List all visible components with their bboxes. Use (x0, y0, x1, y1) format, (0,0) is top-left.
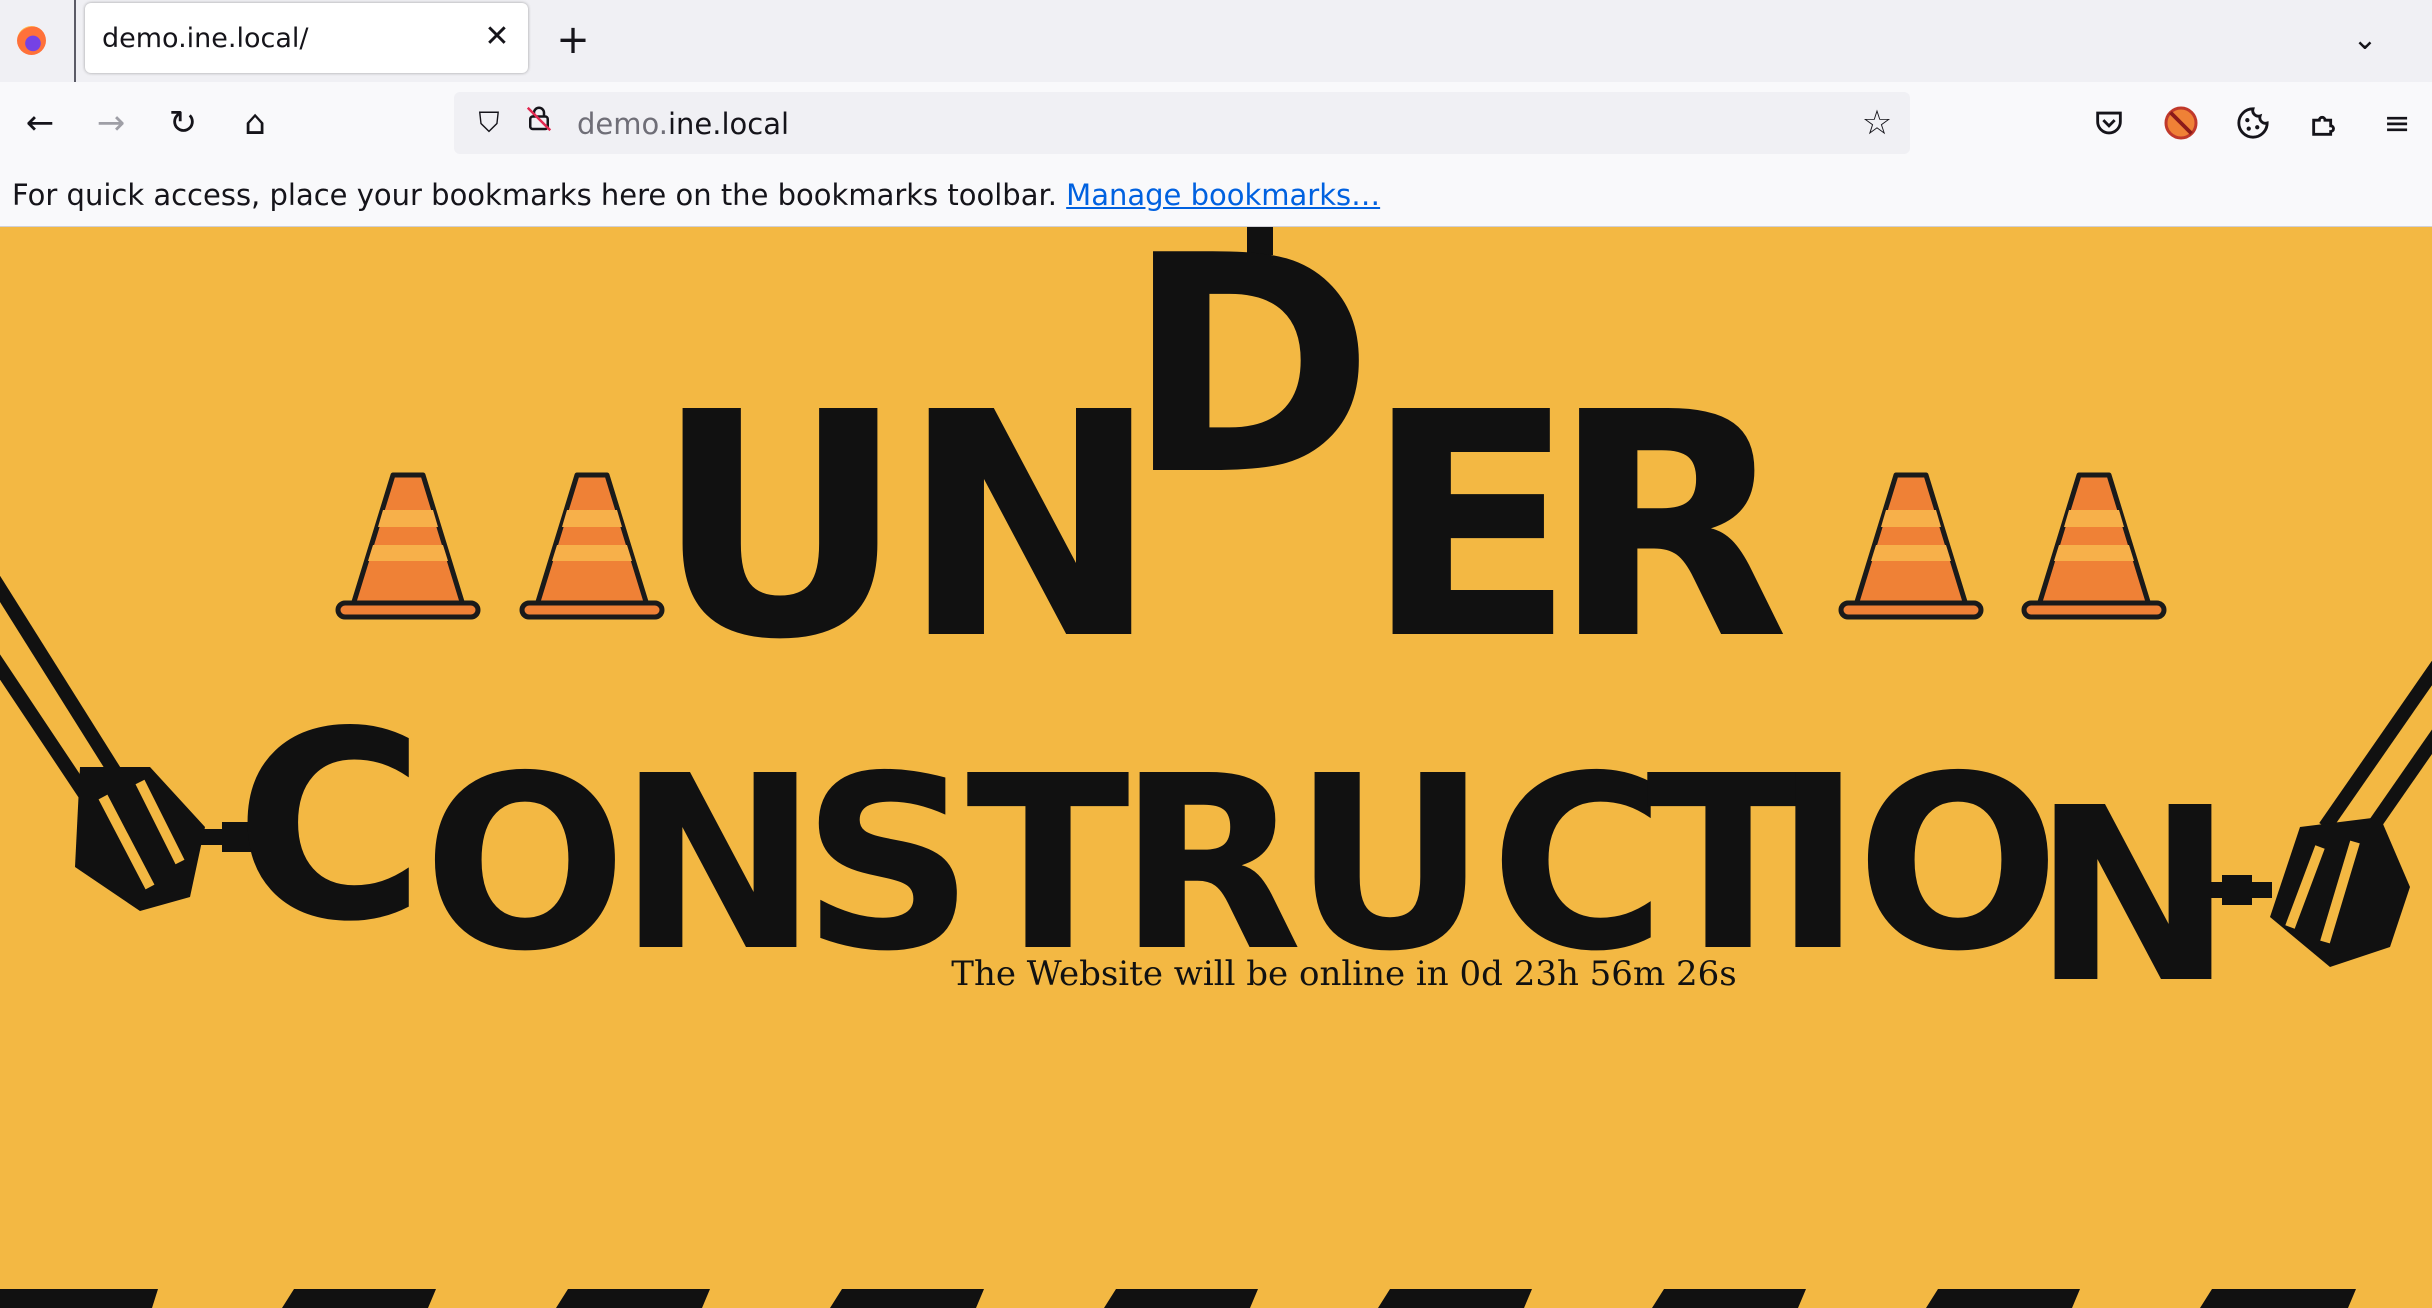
url-text[interactable]: demo.ine.local (577, 107, 789, 141)
shield-icon[interactable]: ⛉ (470, 104, 508, 142)
heading-letter: E (1364, 347, 1576, 708)
traffic-cone-icon (1841, 475, 1981, 617)
cookie-icon-graphic (2237, 107, 2269, 139)
heading-letter: R (1551, 347, 1790, 708)
star-icon[interactable]: ☆ (1856, 102, 1898, 144)
active-tab[interactable]: demo.ine.local/ ✕ (85, 3, 528, 73)
extension-blocker-icon[interactable] (2157, 99, 2205, 147)
cookie-icon[interactable] (2229, 99, 2277, 147)
heading-under: U N D E R (654, 227, 1789, 708)
insecure-lock-icon[interactable] (520, 104, 558, 142)
heading-letter: N (900, 347, 1159, 708)
hazard-stripe-border (0, 1289, 2356, 1308)
menu-icon[interactable]: ≡ (2373, 99, 2421, 147)
url-prefix: demo. (577, 107, 668, 141)
bookmarks-toolbar: For quick access, place your bookmarks h… (0, 164, 2432, 228)
chevron-down-icon[interactable]: ⌄ (2343, 18, 2387, 62)
tab-title: demo.ine.local/ (102, 23, 309, 54)
arrow-right-icon[interactable]: → (87, 99, 135, 147)
heading-letter: C (235, 677, 426, 979)
insecure-lock-icon-graphic (526, 106, 552, 132)
pocket-icon-graphic (2096, 111, 2122, 135)
navigation-toolbar: ← → ↻ ⌂ ⛉ demo.ine.local ☆ ≡ (0, 82, 2432, 164)
reload-icon[interactable]: ↻ (159, 99, 207, 147)
arrow-left-icon[interactable]: ← (16, 99, 64, 147)
plus-icon[interactable]: + (551, 18, 595, 62)
construction-illustration: U N D E R C O N S T R U C T I O N (0, 227, 2432, 1308)
tab-strip: demo.ine.local/ ✕ + ⌄ (0, 0, 2432, 82)
extensions-icon-graphic (2312, 115, 2335, 136)
crane-arm-left-icon (0, 575, 265, 911)
bookmarks-hint: For quick access, place your bookmarks h… (12, 178, 1057, 212)
url-bar[interactable]: ⛉ demo.ine.local ☆ (454, 92, 1910, 154)
countdown-text: The Website will be online in 0d 23h 56m… (951, 954, 1737, 994)
bookmarks-message: For quick access, place your bookmarks h… (12, 178, 1380, 212)
traffic-cone-icon (338, 475, 478, 617)
extensions-icon[interactable] (2301, 99, 2349, 147)
tab-separator (74, 0, 76, 82)
pocket-icon[interactable] (2085, 99, 2133, 147)
manage-bookmarks-link[interactable]: Manage bookmarks… (1066, 178, 1380, 212)
url-domain: ine.local (667, 107, 790, 141)
home-icon[interactable]: ⌂ (231, 99, 279, 147)
firefox-logo-icon[interactable] (17, 26, 46, 55)
close-icon[interactable]: ✕ (477, 17, 517, 57)
heading-letter: U (654, 347, 906, 708)
under-construction-page: U N D E R C O N S T R U C T I O N The We… (0, 227, 2432, 1308)
traffic-cone-icon (2024, 475, 2164, 617)
heading-letter: N (2033, 756, 2234, 1036)
heading-letter: D (1125, 227, 1374, 541)
extension-blocker-icon-graphic (2164, 106, 2198, 140)
traffic-cone-icon (522, 475, 662, 617)
